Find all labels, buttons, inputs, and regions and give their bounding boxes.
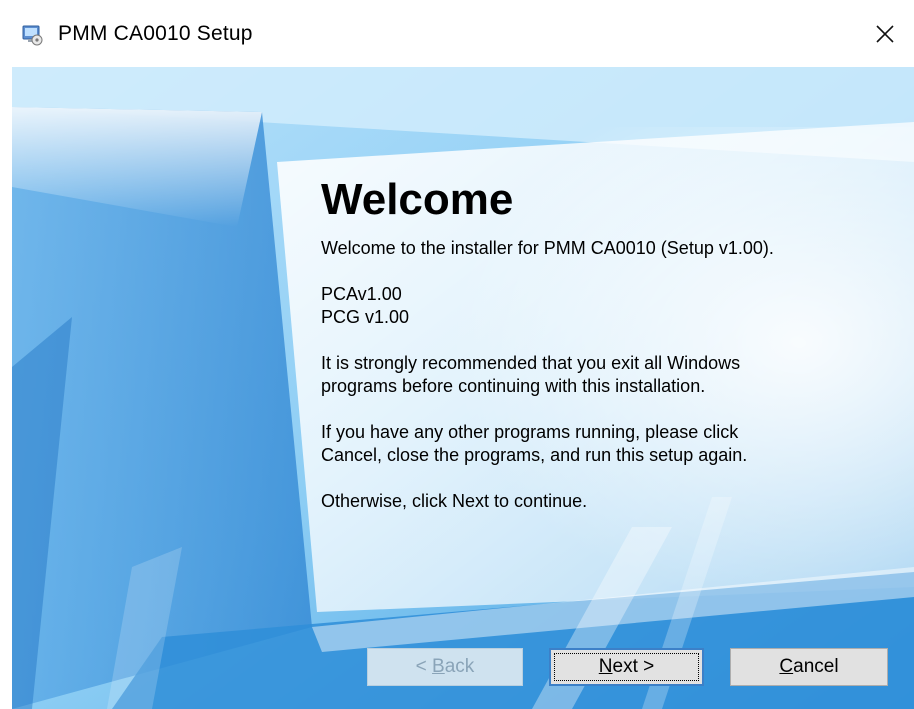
welcome-heading: Welcome [321,175,514,224]
version-pca: PCAv1.00 [321,284,402,304]
close-button[interactable] [866,16,904,52]
close-icon [876,25,894,43]
focus-ring [554,653,699,681]
back-hotkey: B [432,656,445,677]
welcome-panel: Welcome Welcome to the installer for PMM… [12,67,914,709]
cancel-button-label: Cancel [779,656,838,678]
back-button[interactable]: < Back [367,648,523,686]
version-pcg: PCG v1.00 [321,307,410,327]
installer-app-icon [22,24,44,46]
title-bar[interactable]: PMM CA0010 Setup [0,0,914,67]
next-button[interactable]: Next > [549,648,704,686]
setup-window: PMM CA0010 Setup Welcome Welcome to the … [0,0,914,709]
cancel-button[interactable]: Cancel [730,648,888,686]
recommend-text-line-1: It is strongly recommended that you exit… [321,353,741,373]
back-button-label: < Back [416,656,475,678]
window-title: PMM CA0010 Setup [58,22,253,45]
running-text-line-2: Cancel, close the programs, and run this… [321,445,748,465]
back-rest: ack [444,656,475,677]
welcome-text: Welcome Welcome to the installer for PMM… [321,175,901,513]
running-text-line-1: If you have any other programs running, … [321,422,739,442]
recommend-text-line-2: programs before continuing with this ins… [321,376,706,396]
cancel-hotkey: C [779,656,794,677]
intro-text: Welcome to the installer for PMM CA0010 … [321,238,774,258]
cancel-rest: ancel [793,656,839,677]
back-prefix: < [415,656,433,677]
continue-text: Otherwise, click Next to continue. [321,491,588,511]
